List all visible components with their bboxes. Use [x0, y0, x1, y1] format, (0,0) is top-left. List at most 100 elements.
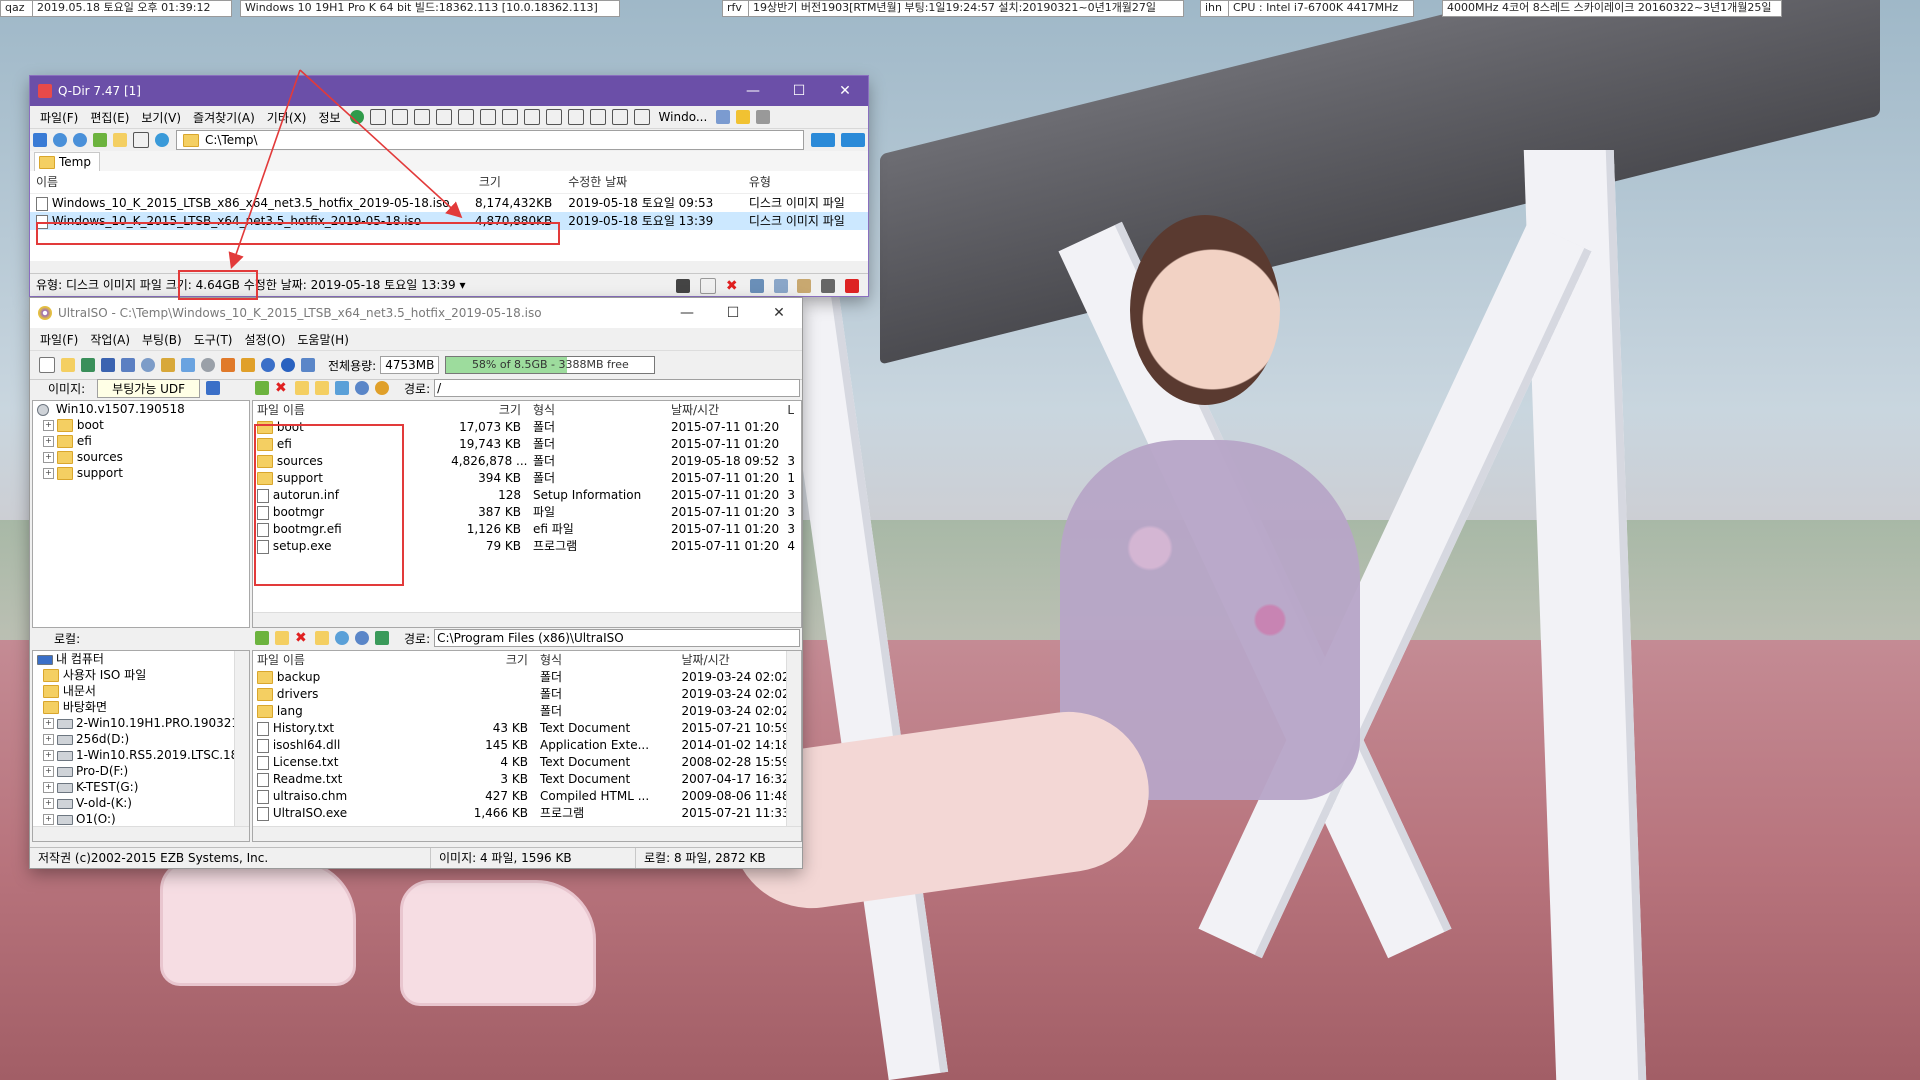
qdir-address-field[interactable]: C:\Temp\ — [176, 130, 804, 150]
layout-icon[interactable] — [369, 109, 386, 125]
layout-icon[interactable] — [633, 109, 650, 125]
expand-icon[interactable]: + — [43, 436, 54, 447]
layout-icon[interactable] — [457, 109, 474, 125]
monitor-icon[interactable] — [716, 110, 731, 124]
up-icon[interactable] — [93, 133, 107, 147]
info-icon[interactable] — [261, 358, 275, 372]
column-name[interactable]: 파일 이름 — [253, 401, 451, 419]
up-icon[interactable] — [255, 631, 269, 645]
folder-icon[interactable] — [315, 381, 329, 395]
paste-icon[interactable] — [797, 278, 812, 293]
globe-icon[interactable] — [349, 110, 364, 124]
column-size[interactable]: 크기 — [463, 171, 562, 193]
cut-icon[interactable] — [749, 278, 764, 293]
tree-item[interactable]: + O1(O:) — [33, 811, 249, 827]
add-icon[interactable] — [335, 381, 349, 395]
chevron-down-icon[interactable]: ▾ — [460, 278, 466, 292]
compress-icon[interactable] — [221, 358, 235, 372]
globe-icon[interactable] — [335, 631, 349, 645]
tree-item[interactable]: 사용자 ISO 파일 — [33, 667, 249, 683]
close-icon[interactable]: ✕ — [822, 76, 868, 106]
layout-icon[interactable] — [413, 109, 430, 125]
tree-item[interactable]: +2-Win10.19H1.PRO.190321(C — [33, 715, 249, 731]
close-icon[interactable] — [845, 278, 859, 293]
column-type[interactable]: 형식 — [536, 651, 677, 669]
column-type[interactable]: 형식 — [529, 401, 667, 419]
column-name[interactable]: 이름 — [30, 171, 463, 193]
column-date[interactable]: 날짜/시간 — [677, 651, 801, 669]
layout-icon[interactable] — [567, 109, 584, 125]
properties-icon[interactable] — [241, 358, 255, 372]
menu-options[interactable]: 설정(O) — [238, 331, 291, 348]
list-item[interactable]: efi 19,743 KB 폴더 2015-07-11 01:20 — [253, 436, 801, 453]
layout-icon[interactable] — [479, 109, 496, 125]
list-item[interactable]: Readme.txt 3 KB Text Document 2007-04-17 16… — [253, 771, 801, 788]
local-path-field[interactable]: C:\Program Files (x86)\UltraISO — [434, 629, 800, 647]
pane-icon[interactable] — [841, 133, 865, 147]
list-item[interactable]: License.txt 4 KB Text Document 2008-02-28 1… — [253, 754, 801, 771]
tree-item[interactable]: 내문서 — [33, 683, 249, 699]
maximize-icon[interactable]: ☐ — [776, 76, 822, 106]
gear-icon[interactable] — [355, 631, 369, 645]
layout-icon[interactable] — [611, 109, 628, 125]
list-item[interactable]: ultraiso.chm 427 KB Compiled HTML ... 2009-… — [253, 788, 801, 805]
expand-icon[interactable]: + — [43, 798, 54, 809]
open-icon[interactable] — [61, 358, 75, 372]
list-item[interactable]: sources 4,826,878 ... 폴더 2019-05-18 09:52 3 — [253, 453, 801, 470]
menu-favorites[interactable]: 즐겨찾기(A) — [187, 109, 261, 126]
tree-root[interactable]: Win10.v1507.190518 — [33, 401, 249, 417]
tree-item[interactable]: 내 컴퓨터 — [33, 651, 249, 667]
folder-icon[interactable] — [315, 631, 329, 645]
expand-icon[interactable]: + — [43, 782, 54, 793]
delete-icon[interactable]: ✖ — [726, 279, 740, 293]
list-item[interactable]: drivers 폴더 2019-03-24 02:02 — [253, 686, 801, 703]
cd-icon[interactable] — [141, 358, 155, 372]
layout-icon[interactable] — [523, 109, 540, 125]
ultraiso-titlebar[interactable]: UltraISO - C:\Temp\Windows_10_K_2015_LTS… — [30, 298, 802, 328]
expand-icon[interactable]: + — [43, 750, 54, 761]
expand-icon[interactable]: + — [43, 420, 54, 431]
burn-icon[interactable] — [201, 358, 215, 372]
menu-bootable[interactable]: 부팅(B) — [136, 331, 188, 348]
tree-item[interactable]: + Pro-D(F:) — [33, 763, 249, 779]
tab-temp[interactable]: Temp — [34, 152, 100, 171]
layout-icon[interactable] — [501, 109, 518, 125]
tree-item[interactable]: + efi — [33, 433, 249, 449]
refresh-icon[interactable] — [155, 133, 169, 147]
horizontal-scrollbar[interactable] — [253, 612, 801, 627]
vertical-scrollbar[interactable] — [234, 651, 249, 841]
expand-icon[interactable]: + — [43, 468, 54, 479]
tree-item[interactable]: + support — [33, 465, 249, 481]
list-item[interactable]: bootmgr.efi 1,126 KB efi 파일 2015-07-11 01:2… — [253, 521, 801, 538]
mount-icon[interactable] — [181, 358, 195, 372]
image-props-icon[interactable] — [206, 381, 221, 395]
up-icon[interactable] — [255, 381, 269, 395]
menu-file[interactable]: 파일(F) — [34, 331, 84, 348]
list-item[interactable]: bootmgr 387 KB 파일 2015-07-11 01:20 3 — [253, 504, 801, 521]
menu-extra[interactable]: 기타(X) — [261, 109, 313, 126]
list-item[interactable]: backup 폴더 2019-03-24 02:02 — [253, 669, 801, 686]
copy-icon[interactable] — [773, 278, 788, 293]
delete-icon[interactable]: ✖ — [275, 381, 289, 395]
menu-tools[interactable]: 도구(T) — [188, 331, 239, 348]
expand-icon[interactable]: + — [43, 766, 54, 777]
mail-icon[interactable] — [700, 277, 717, 294]
layout-icon[interactable] — [545, 109, 562, 125]
menu-action[interactable]: 작업(A) — [84, 331, 136, 348]
menu-help[interactable]: 도움말(H) — [291, 331, 355, 348]
column-flag[interactable]: L — [787, 401, 801, 419]
edit-icon[interactable] — [821, 278, 836, 293]
column-date[interactable]: 날짜/시간 — [667, 401, 787, 419]
menu-view[interactable]: 보기(V) — [135, 109, 187, 126]
windows-dropdown[interactable]: Windo... — [653, 110, 714, 124]
disc-icon[interactable] — [81, 358, 95, 372]
column-size[interactable]: 크기 — [451, 401, 529, 419]
delete-icon[interactable]: ✖ — [295, 631, 309, 645]
pane-icon[interactable] — [811, 133, 835, 147]
column-date[interactable]: 수정한 날짜 — [562, 171, 743, 193]
back-icon[interactable] — [53, 133, 67, 147]
tree-item[interactable]: +1-Win10.RS5.2019.LTSC.18 — [33, 747, 249, 763]
expand-icon[interactable]: + — [43, 718, 54, 729]
horizontal-scrollbar[interactable] — [253, 826, 801, 841]
tree-item[interactable]: + K-TEST(G:) — [33, 779, 249, 795]
